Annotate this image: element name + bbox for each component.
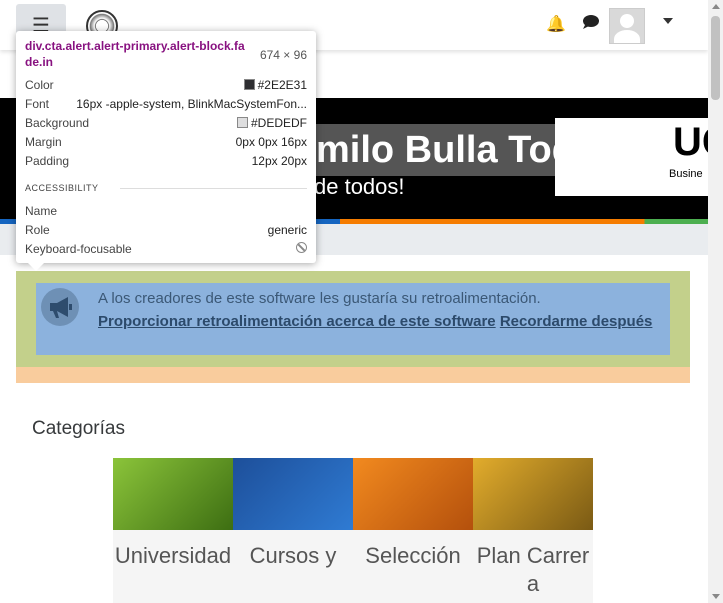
category-image[interactable] (353, 458, 473, 530)
not-allowed-icon (296, 242, 307, 253)
tooltip-row-font: Font 16px -apple-system, BlinkMacSystemF… (25, 97, 307, 111)
tooltip-row-margin: Margin 0px 0px 16px (25, 135, 307, 149)
categories-heading: Categorías (32, 418, 125, 439)
category-card-plan-carrera[interactable]: Plan Carrera (473, 458, 593, 603)
divider (120, 188, 307, 189)
category-label[interactable]: Selección (353, 542, 473, 570)
category-label[interactable]: Cursos y (233, 542, 353, 570)
category-card-seleccion[interactable]: Selección (353, 458, 473, 603)
chat-icon[interactable] (582, 14, 600, 34)
scroll-down-arrow-icon[interactable] (712, 594, 720, 599)
banner-logo: UC Busine (555, 118, 708, 196)
tooltip-row-color: Color #2E2E31 (25, 78, 307, 92)
alert-content-highlight: A los creadores de este software les gus… (36, 283, 670, 355)
avatar[interactable] (609, 8, 645, 44)
tooltip-row-name: Name (25, 204, 58, 218)
tooltip-row-padding: Padding 12px 20px (25, 154, 307, 168)
tooltip-row-keyboard-focusable: Keyboard-focusable (25, 242, 307, 261)
category-image[interactable] (113, 458, 233, 530)
feedback-link[interactable]: Proporcionar retroalimentación acerca de… (98, 313, 496, 330)
category-list: Universidad Cursos y Selección Plan Carr… (113, 458, 593, 603)
background-swatch (236, 117, 248, 128)
scrollbar-thumb[interactable] (711, 16, 720, 100)
banner-logo-subtext: Busine (669, 168, 703, 180)
banner-logo-text: UC (673, 120, 708, 164)
accessibility-heading: ACCESSIBILITY (25, 183, 99, 193)
category-label[interactable]: Universidad (113, 542, 233, 570)
alert-margin-highlight: A los creadores de este software les gus… (16, 271, 690, 383)
caret-down-icon[interactable] (663, 18, 673, 24)
alert-box: A los creadores de este software les gus… (16, 271, 690, 367)
bell-icon[interactable]: 🔔 (546, 14, 566, 33)
devtools-inspect-tooltip: div.cta.alert.alert-primary.alert-block.… (16, 31, 316, 271)
megaphone-icon (41, 288, 79, 326)
category-image[interactable] (233, 458, 353, 530)
color-swatch (243, 79, 255, 90)
alert-message: A los creadores de este software les gus… (98, 290, 541, 307)
alert-text-block: A los creadores de este software les gus… (98, 287, 658, 333)
category-card-cursos[interactable]: Cursos y (233, 458, 353, 603)
tooltip-size: 674 × 96 (259, 48, 307, 62)
tooltip-row-role: Role generic (25, 223, 307, 237)
scrollbar[interactable] (708, 0, 723, 603)
remind-later-link[interactable]: Recordarme después (500, 313, 653, 330)
banner-subtitle: de todos! (314, 174, 405, 199)
category-image[interactable] (473, 458, 593, 530)
scroll-up-arrow-icon[interactable] (712, 4, 720, 9)
category-card-universidad[interactable]: Universidad (113, 458, 233, 603)
tooltip-selector: div.cta.alert.alert-primary.alert-block.… (25, 39, 245, 69)
tooltip-row-background: Background #DEDEDF (25, 116, 307, 130)
category-label[interactable]: Plan Carrera (473, 542, 593, 598)
